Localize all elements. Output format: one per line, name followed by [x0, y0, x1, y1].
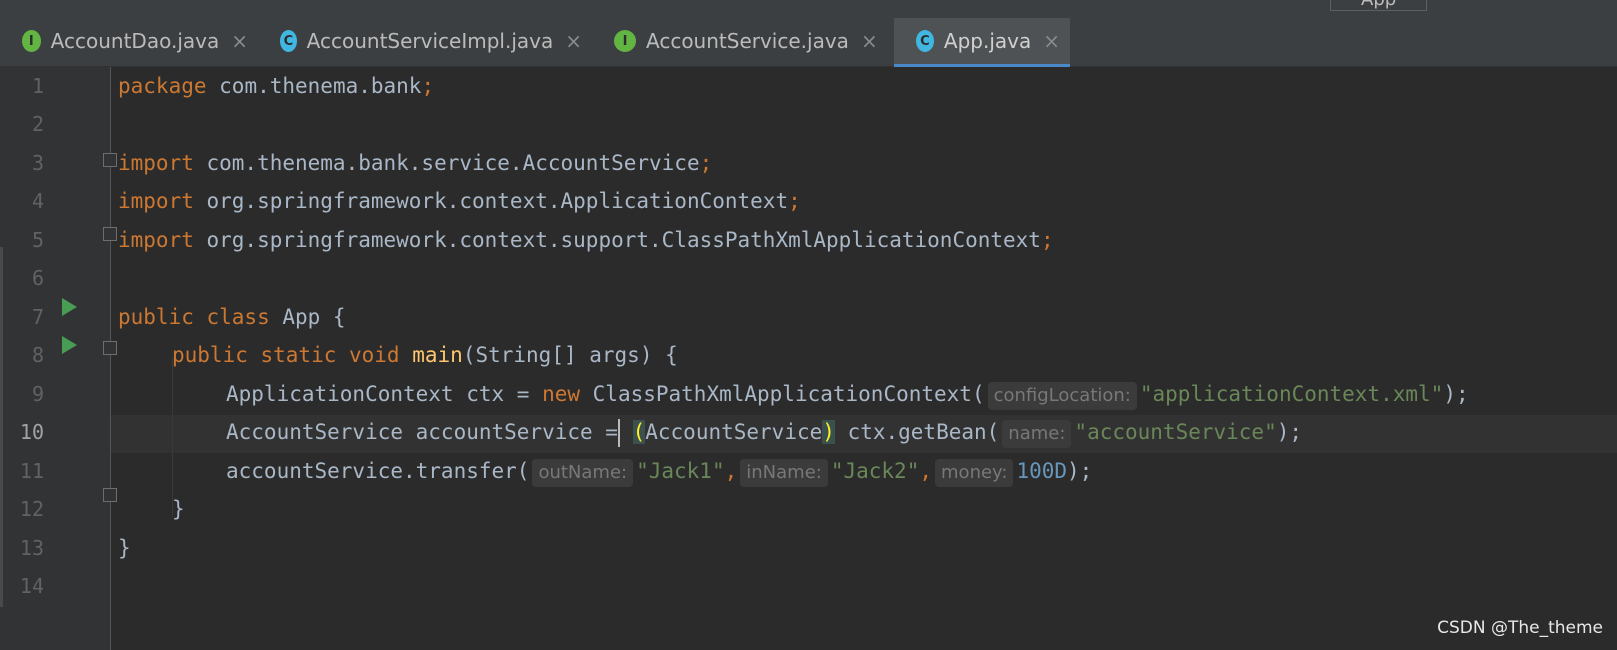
code-line-10: AccountService accountService = (Account… [226, 413, 1302, 451]
line-number: 1 [31, 74, 44, 98]
code-line-11: accountService.transfer(outName: "Jack1",… [226, 452, 1092, 490]
line-number: 8 [31, 343, 44, 367]
code-line-8: public static void main(String[] args) { [172, 343, 678, 367]
fold-end-icon[interactable] [103, 488, 117, 502]
line-number: 3 [31, 151, 44, 175]
tab-app[interactable]: C App.java × [894, 18, 1070, 68]
line-number: 2 [31, 112, 44, 136]
tab-accountdao[interactable]: I AccountDao.java × [0, 18, 258, 64]
code-line-5: import org.springframework.context.suppo… [118, 228, 1054, 252]
line-number: 14 [19, 574, 44, 598]
close-icon[interactable]: × [231, 29, 248, 53]
tab-label: AccountService.java [646, 29, 849, 53]
code-line-13: } [118, 536, 131, 560]
fold-imports-icon[interactable] [103, 153, 117, 167]
code-line-3: import com.thenema.bank.service.AccountS… [118, 151, 713, 175]
run-config-label[interactable]: App [1330, 0, 1428, 11]
code-line-7: public class App { [118, 305, 346, 329]
run-class-icon[interactable] [62, 298, 77, 316]
line-number: 7 [31, 305, 44, 329]
code-line-9: ApplicationContext ctx = new ClassPathXm… [226, 375, 1469, 413]
line-number: 12 [19, 497, 44, 521]
tab-label: App.java [943, 29, 1032, 53]
line-number-current: 10 [19, 420, 44, 444]
tab-accountservice[interactable]: I AccountService.java × [592, 18, 894, 64]
param-hint: inName: [740, 459, 828, 487]
close-icon[interactable]: × [565, 29, 582, 53]
runnable-class-icon: C [916, 30, 934, 52]
run-main-icon[interactable] [62, 336, 77, 354]
param-hint: name: [1002, 420, 1072, 448]
close-icon[interactable]: × [861, 29, 878, 53]
line-number-gutter: 1 2 3 4 5 6 7 8 9 10 11 12 13 14 [0, 67, 117, 650]
class-icon: C [280, 30, 297, 52]
interface-icon: I [614, 30, 636, 52]
fold-end-icon[interactable] [103, 227, 117, 241]
param-hint: outName: [532, 459, 634, 487]
title-bar-strip: App [0, 0, 1617, 18]
param-hint: money: [935, 459, 1014, 487]
tab-label: AccountServiceImpl.java [306, 29, 554, 53]
code-line-4: import org.springframework.context.Appli… [118, 189, 801, 213]
scroll-edge [0, 247, 3, 607]
interface-icon: I [22, 30, 41, 52]
line-number: 13 [19, 536, 44, 560]
line-number: 4 [31, 189, 44, 213]
tab-label: AccountDao.java [50, 29, 220, 53]
code-line-1: package com.thenema.bank; [118, 74, 435, 98]
code-editor[interactable]: 1 2 3 4 5 6 7 8 9 10 11 12 13 14 package… [0, 67, 1617, 650]
editor-tab-bar: I AccountDao.java × C AccountServiceImpl… [0, 18, 1617, 68]
line-number: 11 [19, 459, 44, 483]
param-hint: configLocation: [987, 382, 1137, 410]
watermark: CSDN @The_theme [1437, 618, 1603, 638]
line-number: 6 [31, 266, 44, 290]
line-number: 5 [31, 228, 44, 252]
code-line-12: } [172, 497, 185, 521]
tab-accountserviceimpl[interactable]: C AccountServiceImpl.java × [258, 18, 592, 64]
close-icon[interactable]: × [1043, 29, 1060, 53]
fold-method-icon[interactable] [103, 341, 117, 355]
line-number: 9 [31, 382, 44, 406]
